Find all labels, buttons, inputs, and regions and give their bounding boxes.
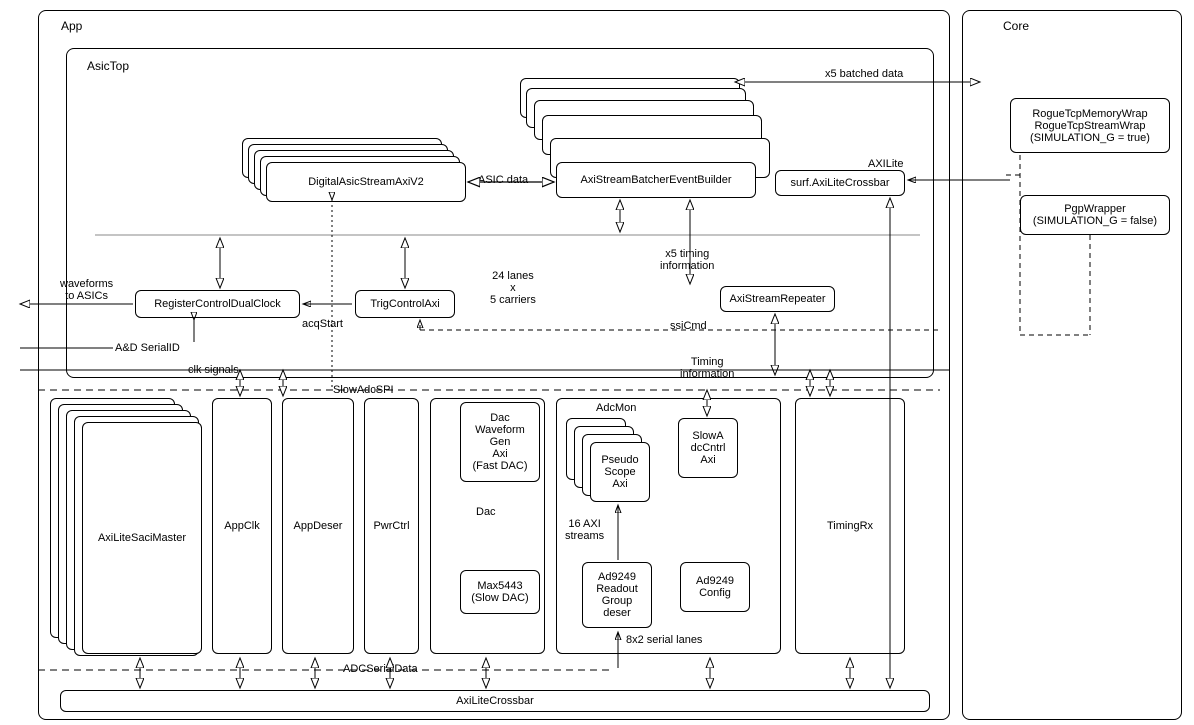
rogue-tcp-box: RogueTcpMemoryWrap RogueTcpStreamWrap (S… [1010, 98, 1170, 153]
repeater-label: AxiStreamRepeater [730, 293, 826, 305]
pgp-label: PgpWrapper (SIMULATION_G = false) [1033, 203, 1157, 227]
serial-lanes-label: 8x2 serial lanes [626, 634, 702, 646]
slowadc-label: SlowA dcCntrl Axi [691, 430, 726, 466]
adc-serial-label: ADCSerialData [340, 663, 421, 675]
pseudo-scope: Pseudo Scope Axi [590, 442, 650, 502]
axi-stream-batcher: AxiStreamBatcherEventBuilder [556, 162, 756, 198]
core-label: Core [1003, 19, 1029, 33]
x5-batched-label: x5 batched data [825, 68, 903, 80]
timing-info-label: Timing information [680, 356, 734, 380]
ad9249-readout: Ad9249 Readout Group deser [582, 562, 652, 628]
surf-axilite-crossbar: surf.AxiLiteCrossbar [775, 170, 905, 196]
ad9249c-label: Ad9249 Config [696, 575, 734, 599]
digital-asic-label: DigitalAsicStreamAxiV2 [308, 176, 424, 188]
timingrx-label: TimingRx [827, 520, 873, 532]
axilite-label: AXILite [868, 158, 903, 170]
waveforms-label: waveforms to ASICs [60, 278, 113, 302]
pseudo-label: Pseudo Scope Axi [601, 454, 638, 490]
ad-serial-label: A&D SerialID [115, 342, 180, 354]
lanes-label: 24 lanes x 5 carriers [490, 270, 536, 306]
digital-asic-stream: DigitalAsicStreamAxiV2 [266, 162, 466, 202]
clk-signals-label: clk signals [188, 364, 239, 376]
pgp-wrapper-box: PgpWrapper (SIMULATION_G = false) [1020, 195, 1170, 235]
appdeser-label: AppDeser [294, 520, 343, 532]
register-control-label: RegisterControlDualClock [154, 298, 281, 310]
adcmon-label: AdcMon [596, 402, 636, 414]
timing-rx: TimingRx [795, 398, 905, 654]
slow-adc-cntrl: SlowA dcCntrl Axi [678, 418, 738, 478]
asictop-label: AsicTop [87, 59, 129, 73]
ad9249-config: Ad9249 Config [680, 562, 750, 612]
max5443-label: Max5443 (Slow DAC) [471, 580, 528, 604]
slowadcspi-label: SlowAdcSPI [330, 384, 397, 396]
ad9249r-label: Ad9249 Readout Group deser [596, 571, 638, 619]
saci-label: AxiLiteSaciMaster [98, 532, 186, 544]
axi16-label: 16 AXI streams [565, 518, 604, 542]
axi-stream-repeater: AxiStreamRepeater [720, 286, 835, 312]
app-deser: AppDeser [282, 398, 354, 654]
dacwave-label: Dac Waveform Gen Axi (Fast DAC) [473, 412, 528, 472]
appclk-label: AppClk [224, 520, 259, 532]
rogue-label: RogueTcpMemoryWrap RogueTcpStreamWrap (S… [1030, 108, 1150, 144]
max5443: Max5443 (Slow DAC) [460, 570, 540, 614]
dac-waveform: Dac Waveform Gen Axi (Fast DAC) [460, 402, 540, 482]
dac-label: Dac [476, 506, 496, 518]
trig-control: TrigControlAxi [355, 290, 455, 318]
app-label: App [61, 19, 82, 33]
axi-lite-saci-master: AxiLiteSaciMaster [82, 422, 202, 654]
x5timing-label: x5 timing information [660, 248, 714, 272]
register-control: RegisterControlDualClock [135, 290, 300, 318]
axi-batcher-label: AxiStreamBatcherEventBuilder [580, 174, 731, 186]
surf-crossbar-label: surf.AxiLiteCrossbar [790, 177, 889, 189]
pwr-ctrl: PwrCtrl [364, 398, 419, 654]
pwrctrl-label: PwrCtrl [373, 520, 409, 532]
asic-data-label: ASIC data [478, 174, 528, 186]
axi-lite-crossbar-bottom: AxiLiteCrossbar [60, 690, 930, 712]
app-clk: AppClk [212, 398, 272, 654]
asictop-container: AsicTop [66, 48, 934, 378]
bottom-crossbar-label: AxiLiteCrossbar [456, 695, 534, 707]
trig-label: TrigControlAxi [370, 298, 439, 310]
acqstart-label: acqStart [302, 318, 343, 330]
ssicmd-label: ssiCmd [670, 320, 707, 332]
